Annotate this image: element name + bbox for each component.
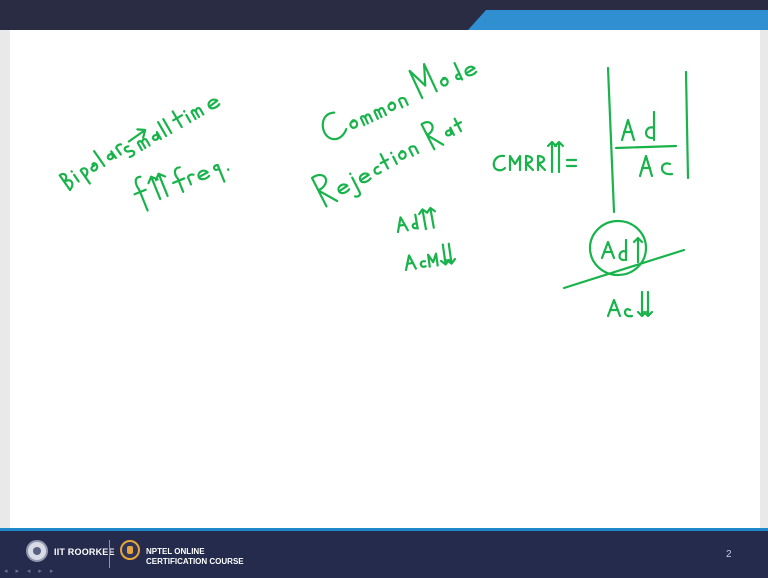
note-bipolar: [58, 128, 147, 192]
course-line-1: NPTEL ONLINE: [146, 547, 205, 556]
iit-roorkee-logo-icon: [26, 540, 48, 562]
note-small-time: [123, 98, 221, 159]
course-name: NPTEL ONLINE CERTIFICATION COURSE: [146, 547, 244, 567]
footer-bar: [0, 528, 768, 578]
footer-accent-line: [0, 528, 768, 531]
course-line-2: CERTIFICATION COURSE: [146, 557, 244, 566]
left-frame: [0, 30, 10, 530]
nptel-logo-icon: [120, 540, 140, 560]
page-number: 2: [726, 549, 732, 560]
note-acm-down: [404, 242, 457, 272]
header-accent-stripe: [468, 10, 768, 30]
note-abs-ratio: [606, 66, 690, 214]
footer-divider: [109, 540, 110, 568]
note-ad-up: [396, 206, 437, 234]
note-rejection-ratio: [310, 117, 463, 208]
note-f-freq: [133, 163, 230, 212]
right-frame: [760, 30, 768, 530]
slide-nav-icons[interactable]: ◂ ▸ ◂ ▸ ▸: [4, 567, 56, 575]
note-ad-over-ac: [562, 219, 686, 318]
whiteboard-canvas[interactable]: [10, 30, 760, 528]
handwritten-notes: [58, 62, 690, 318]
note-cmrr: [492, 140, 578, 174]
institute-name: IIT ROORKEE: [54, 547, 115, 557]
note-common-mode: [321, 62, 478, 141]
